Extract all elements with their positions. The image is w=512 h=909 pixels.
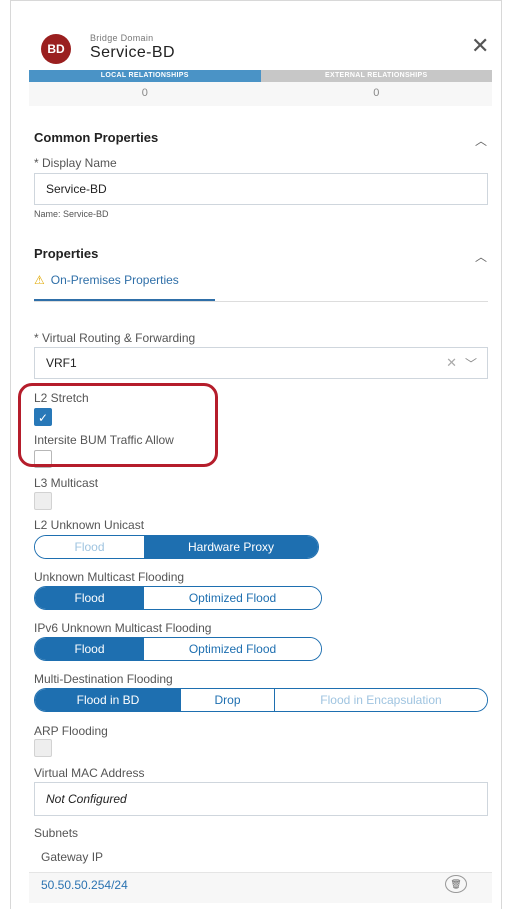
ipv6-multicast-toggle: Flood Optimized Flood xyxy=(34,637,322,661)
close-icon[interactable]: ✕ xyxy=(471,35,489,57)
highlight-box xyxy=(18,383,218,467)
multi-dest-flood-in-bd-option[interactable]: Flood in BD xyxy=(35,689,181,711)
subnets-label: Subnets xyxy=(34,826,79,840)
unknown-multicast-toggle: Flood Optimized Flood xyxy=(34,586,322,610)
ipv6-multicast-label: IPv6 Unknown Multicast Flooding xyxy=(34,621,212,635)
l3-multicast-label: L3 Multicast xyxy=(34,476,99,490)
unknown-mc-optimized-option[interactable]: Optimized Flood xyxy=(144,587,321,609)
chevron-up-icon[interactable]: ︿ xyxy=(475,248,487,265)
tab-external-relationships[interactable]: EXTERNAL RELATIONSHIPS xyxy=(260,70,492,82)
display-name-label: * Display Name xyxy=(34,156,117,170)
tab-divider xyxy=(34,301,488,302)
l2-unknown-hardware-proxy-option[interactable]: Hardware Proxy xyxy=(144,536,318,558)
local-count: 0 xyxy=(141,87,148,99)
unknown-mc-flood-option[interactable]: Flood xyxy=(35,587,144,609)
warning-icon: ⚠ xyxy=(34,273,45,287)
section-properties: Properties xyxy=(34,246,99,261)
l2-unknown-unicast-label: L2 Unknown Unicast xyxy=(34,518,145,532)
vrf-label: * Virtual Routing & Forwarding xyxy=(34,331,196,345)
multi-destination-label: Multi-Destination Flooding xyxy=(34,672,173,686)
gateway-ip-value[interactable]: 50.50.50.254/24 xyxy=(41,878,128,892)
display-name-input[interactable]: Service-BD xyxy=(34,173,488,205)
unknown-multicast-label: Unknown Multicast Flooding xyxy=(34,570,185,584)
relationship-counts: 0 0 xyxy=(29,82,492,106)
relationship-tabs: LOCAL RELATIONSHIPS EXTERNAL RELATIONSHI… xyxy=(29,70,492,82)
gateway-ip-header: Gateway IP xyxy=(41,850,104,864)
chevron-down-icon[interactable]: ﹀ xyxy=(465,355,477,372)
virtual-mac-label: Virtual MAC Address xyxy=(34,766,145,780)
external-count: 0 xyxy=(373,87,380,99)
section-common-properties: Common Properties xyxy=(34,130,159,145)
ipv6-mc-optimized-option[interactable]: Optimized Flood xyxy=(144,638,321,660)
multi-dest-drop-option[interactable]: Drop xyxy=(181,689,275,711)
bridge-domain-badge: BD xyxy=(41,34,71,64)
object-type-label: Bridge Domain xyxy=(90,33,154,43)
page-title: Service-BD xyxy=(90,44,175,61)
multi-dest-flood-in-encap-option[interactable]: Flood in Encapsulation xyxy=(275,689,487,711)
arp-flooding-checkbox[interactable] xyxy=(34,739,52,757)
tab-on-premises-properties[interactable]: ⚠ On-Premises Properties xyxy=(34,273,179,287)
arp-flooding-label: ARP Flooding xyxy=(34,724,108,738)
vrf-select[interactable]: VRF1 ✕ ﹀ xyxy=(34,347,488,379)
tab-on-premises-label: On-Premises Properties xyxy=(50,273,179,287)
tab-local-relationships[interactable]: LOCAL RELATIONSHIPS xyxy=(29,70,261,82)
virtual-mac-input[interactable]: Not Configured xyxy=(34,782,488,816)
chevron-up-icon[interactable]: ︿ xyxy=(475,132,487,149)
vrf-value: VRF1 xyxy=(46,356,77,370)
name-note: Name: Service-BD xyxy=(34,209,109,219)
panel-header: BD Bridge Domain Service-BD ✕ xyxy=(11,1,501,69)
l2-unknown-flood-option[interactable]: Flood xyxy=(35,536,144,558)
l3-multicast-checkbox[interactable] xyxy=(34,492,52,510)
multi-destination-toggle: Flood in BD Drop Flood in Encapsulation xyxy=(34,688,488,712)
l2-unknown-unicast-toggle: Flood Hardware Proxy xyxy=(34,535,319,559)
clear-icon[interactable]: ✕ xyxy=(446,355,457,371)
ipv6-mc-flood-option[interactable]: Flood xyxy=(35,638,144,660)
trash-icon[interactable]: 🗑 xyxy=(445,875,467,893)
